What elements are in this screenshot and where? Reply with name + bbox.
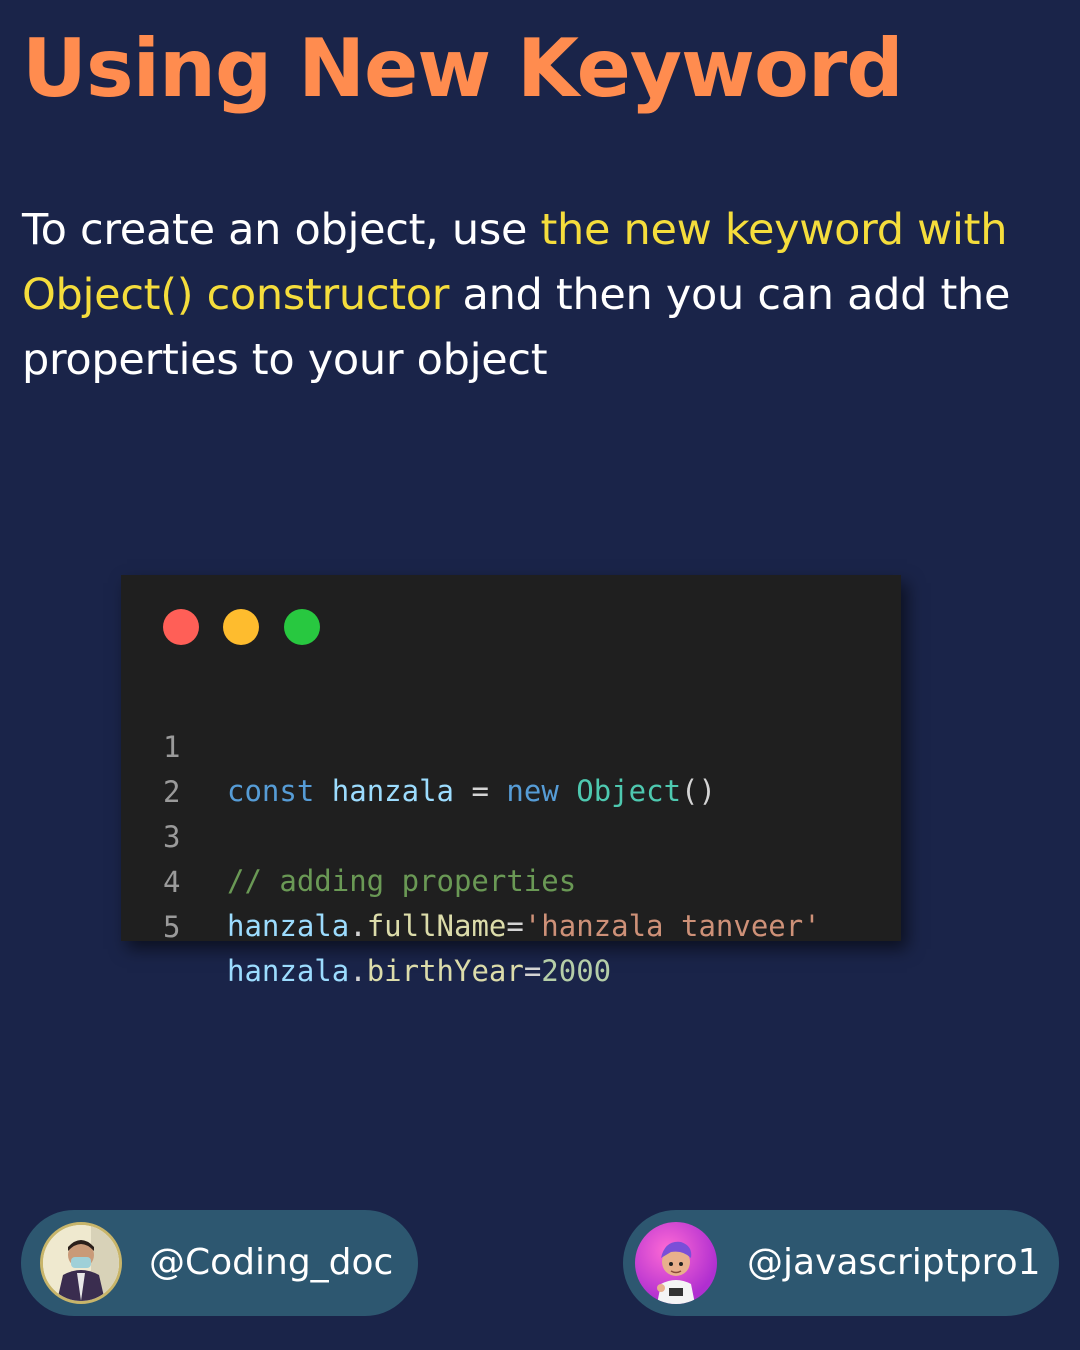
maximize-dot-icon [284, 609, 320, 645]
code-line-2: 2 [121, 726, 191, 809]
code-comment: // adding properties [227, 864, 577, 898]
code-window: 1 const hanzala = new Object() 2 3 // ad… [121, 575, 901, 988]
line-number: 5 [163, 910, 181, 944]
description: To create an object, use the new keyword… [22, 198, 1062, 393]
page-title: Using New Keyword [22, 22, 904, 115]
class-name: Object [576, 774, 682, 808]
code-line-5: 5 hanzala.birthYear=2000 [121, 861, 611, 988]
object-name: hanzala [227, 954, 350, 988]
avatar [40, 1222, 122, 1304]
cartoon-avatar-icon [657, 1241, 695, 1304]
code-line-1: 1 const hanzala = new Object() [121, 681, 716, 808]
description-text-start: To create an object, use [22, 205, 541, 255]
number-literal: 2000 [541, 954, 612, 988]
profile-badge-javascriptpro1[interactable]: @javascriptpro1 [623, 1210, 1059, 1316]
close-dot-icon [163, 609, 199, 645]
property-name: birthYear [366, 954, 524, 988]
assign-operator: = [523, 954, 542, 988]
minimize-dot-icon [223, 609, 259, 645]
code-line-3: 3 // adding properties [121, 771, 576, 898]
string-literal: 'hanzala tanveer' [523, 909, 821, 943]
property-name: fullName [366, 909, 507, 943]
assign-operator: = [506, 909, 524, 943]
avatar [635, 1222, 717, 1304]
code-line-4: 4 hanzala.fullName='hanzala tanveer' [121, 816, 821, 943]
assign-operator: = [471, 774, 489, 808]
person-photo-icon [43, 1225, 119, 1301]
profile-badge-coding-doc[interactable]: @Coding_doc [21, 1210, 418, 1316]
variable-name: hanzala [331, 774, 454, 808]
keyword-const: const [227, 774, 315, 808]
dot-operator: . [349, 954, 367, 988]
profile-handle: @javascriptpro1 [747, 1242, 1041, 1283]
profile-handle: @Coding_doc [149, 1242, 394, 1283]
object-name: hanzala [227, 909, 350, 943]
keyword-new: new [506, 774, 559, 808]
dot-operator: . [349, 909, 367, 943]
parentheses: () [681, 774, 716, 808]
